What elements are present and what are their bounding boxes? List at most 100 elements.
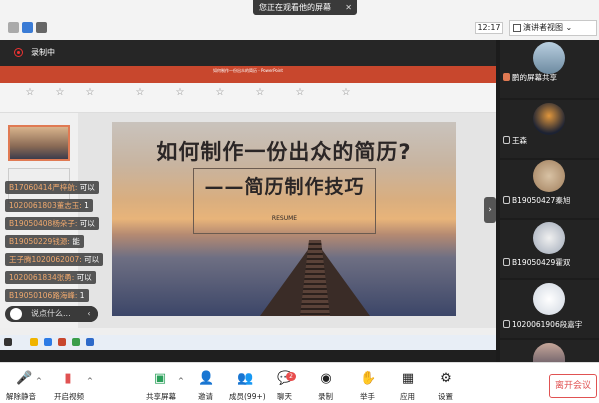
collapse-chat-icon[interactable]: ‹ — [80, 306, 98, 322]
star-icon: ☆ — [85, 87, 95, 98]
chat-message: 王子腾1020062007: 可以 — [5, 253, 104, 266]
participant-name: 1020061906段嘉宇 — [503, 319, 582, 330]
participant-name-label: B19050429霍双 — [512, 258, 571, 267]
chat-sender: 王子腾1020062007: — [9, 255, 82, 264]
members-button[interactable]: 成员(99+) — [229, 391, 266, 402]
leave-meeting-button[interactable]: 离开会议 — [549, 374, 597, 398]
security-icon[interactable] — [22, 22, 33, 33]
screen-share-icon — [503, 73, 510, 81]
chevron-up-icon[interactable]: ^ — [36, 377, 42, 385]
record-button[interactable]: 录制 — [318, 391, 333, 402]
participant-name: B19050427秦旭 — [503, 195, 570, 206]
star-icon: ☆ — [215, 87, 225, 98]
star-icon: ☆ — [255, 87, 265, 98]
mic-muted-icon — [503, 196, 510, 204]
participant-name-label: 1020061906段嘉宇 — [512, 320, 583, 329]
avatar — [533, 283, 565, 315]
apps-icon[interactable]: ▦ — [400, 372, 416, 386]
participant-name: B19050429霍双 — [503, 257, 570, 268]
star-icon: ☆ — [55, 87, 65, 98]
avatar — [533, 42, 565, 74]
chat-badge: 2 — [286, 372, 296, 381]
emoji-icon[interactable] — [10, 308, 22, 320]
info-icon[interactable] — [8, 22, 19, 33]
chat-input-placeholder: 说点什么... — [31, 309, 71, 318]
raise-hand-button[interactable]: 举手 — [360, 391, 375, 402]
slide-title: 如何制作一份出众的简历? — [156, 140, 412, 164]
settings-button[interactable]: 设置 — [438, 391, 453, 402]
participant-name-label: 王森 — [512, 136, 527, 145]
record-icon — [14, 48, 23, 57]
mic-muted-icon — [503, 320, 510, 328]
ppt-window-title: 如何制作一份出众的简历 - PowerPoint — [0, 66, 496, 75]
avatar — [533, 222, 565, 254]
chat-sender: 1020061803董志玉: — [9, 201, 82, 210]
chat-text: 可以 — [79, 219, 95, 228]
recording-bar — [0, 40, 496, 66]
meeting-app-icon — [86, 338, 94, 346]
invite-icon[interactable]: 👤 — [198, 372, 214, 386]
slide-thumbnail[interactable] — [8, 125, 70, 161]
avatar — [533, 160, 565, 192]
clock: 12:17 — [475, 22, 503, 34]
apps-button[interactable]: 应用 — [400, 391, 415, 402]
ppt-ribbon-tabs — [0, 75, 496, 83]
slide-subtitle: ——简历制作技巧 — [204, 176, 365, 198]
viewing-banner-label: 您正在观看他的屏幕 — [259, 3, 331, 12]
video-off-icon[interactable]: ▮ — [60, 372, 76, 386]
chevron-up-icon[interactable]: ^ — [87, 377, 93, 385]
speaker-view-button[interactable]: 演讲者视图 ⌄ — [509, 20, 597, 36]
invite-button[interactable]: 邀请 — [198, 391, 213, 402]
share-screen-button[interactable]: 共享屏幕 — [146, 391, 176, 402]
slide-resume-label: RESUME — [271, 215, 298, 222]
star-icon: ☆ — [175, 87, 185, 98]
viewing-banner[interactable]: 您正在观看他的屏幕 ✕ — [253, 0, 357, 15]
raise-hand-icon[interactable]: ✋ — [360, 372, 376, 386]
star-icon: ☆ — [135, 87, 145, 98]
chat-message: B19050106路海峰: 1 — [5, 289, 89, 302]
grid-icon — [513, 24, 521, 32]
chevron-up-icon[interactable]: ^ — [178, 377, 184, 385]
speaker-view-label: 演讲者视图 — [523, 23, 563, 32]
participant-name-label: 鹏的屏幕共享 — [512, 73, 557, 82]
mic-muted-icon[interactable]: 🎤 — [16, 372, 32, 386]
chat-sender: B17060414严梓航: — [9, 183, 78, 192]
chat-text: 1 — [84, 201, 89, 210]
star-icon: ☆ — [295, 87, 305, 98]
signal-icon — [36, 22, 47, 33]
participant-name: 王森 — [503, 135, 527, 146]
ppt-status-bar — [0, 328, 496, 335]
star-icon: ☆ — [25, 87, 35, 98]
chat-message: 1020061803董志玉: 1 — [5, 199, 93, 212]
chat-button[interactable]: 聊天 — [277, 391, 292, 402]
chat-sender: B19050408杨朵子: — [9, 219, 78, 228]
chat-text: 可以 — [76, 273, 92, 282]
unmute-button[interactable]: 解除静音 — [6, 391, 36, 402]
star-icon: ☆ — [341, 87, 351, 98]
powerpoint-icon — [58, 338, 66, 346]
start-video-button[interactable]: 开启视频 — [54, 391, 84, 402]
members-icon[interactable]: 👥 — [237, 372, 253, 386]
mic-muted-icon — [503, 258, 510, 266]
settings-icon[interactable]: ⚙ — [438, 372, 454, 386]
windows-start-icon — [4, 338, 12, 346]
chat-text: 1 — [79, 291, 85, 300]
collapse-sidebar-button[interactable]: › — [484, 197, 496, 223]
chat-sender: B19050106路海峰: — [9, 291, 78, 300]
share-screen-icon[interactable]: ▣ — [152, 372, 168, 386]
close-icon[interactable]: ✕ — [345, 0, 352, 15]
participant-name: 鹏的屏幕共享 — [503, 72, 557, 83]
mic-muted-icon — [503, 136, 510, 144]
chat-text: 能 — [72, 237, 80, 246]
ppt-ribbon: ☆ ☆ ☆ ☆ ☆ ☆ ☆ ☆ ☆ — [0, 83, 496, 113]
chat-sender: 1020061834张勇: — [9, 273, 75, 282]
chat-text: 可以 — [84, 255, 100, 264]
chat-message: B17060414严梓航: 可以 — [5, 181, 99, 194]
chat-text: 可以 — [79, 183, 95, 192]
browser-icon — [44, 338, 52, 346]
folder-icon — [30, 338, 38, 346]
avatar — [533, 103, 565, 135]
record-icon[interactable]: ◉ — [318, 372, 334, 386]
recording-label: 录制中 — [31, 48, 55, 57]
participant-name-label: B19050427秦旭 — [512, 196, 571, 205]
